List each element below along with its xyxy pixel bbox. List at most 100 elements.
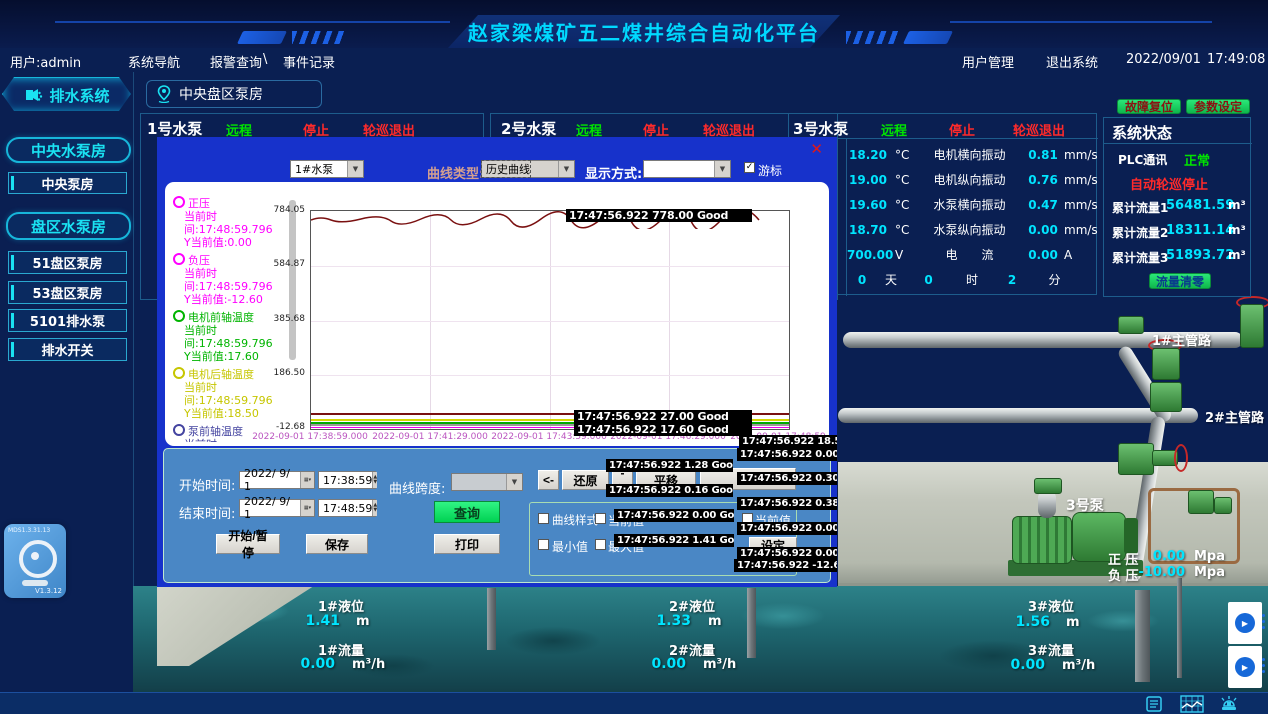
video-version-label: V1.3.12 bbox=[35, 587, 62, 595]
status-date: 2022/09/01 bbox=[1126, 52, 1201, 67]
status-title-divider bbox=[1104, 143, 1252, 144]
camera-menu-dots[interactable] bbox=[1262, 614, 1265, 629]
camera-menu-dots[interactable] bbox=[1262, 658, 1265, 673]
legend-series-name: 泵前轴温度 bbox=[188, 425, 243, 438]
pump3-cell: 天 bbox=[877, 271, 905, 288]
trend-plot[interactable] bbox=[310, 210, 790, 430]
pump3-cell: °C bbox=[887, 223, 917, 237]
curve-type-value: 历史曲线 bbox=[482, 161, 530, 177]
menu-event-log[interactable]: 事件记录 bbox=[283, 52, 335, 71]
pan-left-button[interactable]: <- bbox=[538, 470, 559, 490]
video-player-tile[interactable]: MDS1.3.31.13 V1.3.12 bbox=[4, 524, 66, 598]
valve-handwheel bbox=[1174, 444, 1188, 472]
valve-body bbox=[1118, 316, 1144, 334]
pump2-name: 2号水泵 bbox=[501, 118, 556, 139]
footer-bar bbox=[0, 692, 1268, 714]
total-flow1-unit: m³ bbox=[1228, 198, 1246, 212]
current-value-checkbox-hidden[interactable] bbox=[595, 513, 606, 524]
camera-tile-2[interactable]: ▶ bbox=[1228, 646, 1262, 688]
sidebar-item-5101-drain[interactable]: 5101排水泵 bbox=[8, 309, 127, 332]
valve-body bbox=[1214, 497, 1232, 514]
flow-clear-button[interactable]: 流量清零 bbox=[1149, 273, 1211, 289]
curve-type-select[interactable]: 历史曲线 ▼ bbox=[481, 160, 575, 178]
param-set-button[interactable]: 参数设定 bbox=[1186, 99, 1250, 114]
print-button[interactable]: 打印 bbox=[434, 534, 500, 554]
pump3-state[interactable]: 停止 bbox=[949, 120, 975, 139]
pump-select[interactable]: 1#水泵 ▼ bbox=[290, 160, 364, 178]
pump3-table: 18.20°C电机横向振动0.81mm/s19.00°C电机纵向振动0.76mm… bbox=[847, 142, 1097, 292]
legend-series-time: 当前时间:17:48:59.796 bbox=[173, 381, 291, 407]
status-panel-title: 系统状态 bbox=[1112, 122, 1172, 143]
fault-reset-button[interactable]: 故障复位 bbox=[1117, 99, 1181, 114]
end-time-input[interactable]: 17:48:59 ▲▼ bbox=[318, 499, 376, 517]
total-flow2-value: 18311.14 bbox=[1166, 223, 1222, 238]
end-date-input[interactable]: 2022/ 9/ 1 ▦▾ bbox=[239, 499, 315, 517]
start-date-input[interactable]: 2022/ 9/ 1 ▦▾ bbox=[239, 471, 315, 489]
sidebar-group-panel-area[interactable]: 盘区水泵房 bbox=[6, 212, 131, 240]
legend-item[interactable]: 正压 当前时间:17:48:59.796 Y当前值:0.00 bbox=[173, 196, 291, 249]
time-spinner[interactable]: ▲▼ bbox=[372, 472, 377, 488]
auto-poll-status: 自动轮巡停止 bbox=[1130, 174, 1208, 193]
legend-scrollbar[interactable] bbox=[289, 200, 296, 360]
legend-series-name: 正压 bbox=[188, 197, 210, 210]
sidebar-system-button[interactable]: 排水系统 bbox=[2, 77, 133, 113]
pump3-table-row: 18.20°C电机横向振动0.81mm/s bbox=[847, 142, 1097, 167]
alarm-lamp-icon[interactable] bbox=[1218, 694, 1240, 714]
pump3-cell: °C bbox=[887, 148, 917, 162]
pump3-cell: 电机纵向振动 bbox=[917, 171, 1022, 188]
legend-series-icon bbox=[173, 424, 185, 436]
legend-series-value: Y当前值:-12.60 bbox=[173, 293, 291, 306]
trend-grid-icon[interactable] bbox=[1180, 695, 1204, 713]
sidebar-group-central-label: 中央水泵房 bbox=[31, 140, 106, 161]
calendar-dropdown-icon[interactable]: ▦▾ bbox=[300, 500, 314, 516]
pump3-cell: V bbox=[887, 248, 917, 262]
pump3-poll[interactable]: 轮巡退出 bbox=[1013, 120, 1065, 139]
pump-discharge-pipe bbox=[1038, 490, 1056, 518]
pump3-mode[interactable]: 远程 bbox=[881, 120, 907, 139]
save-button[interactable]: 保存 bbox=[306, 534, 368, 554]
level3-unit: m bbox=[1066, 615, 1080, 630]
display-mode-select[interactable]: ▼ bbox=[643, 160, 731, 178]
y-axis-tick: -12.68 bbox=[265, 422, 305, 432]
start-pause-button[interactable]: 开始/暂停 bbox=[216, 534, 280, 554]
curve-span-select[interactable]: ▼ bbox=[451, 473, 523, 491]
max-value-checkbox-hidden[interactable] bbox=[595, 539, 606, 550]
restore-button[interactable]: 还原 bbox=[562, 470, 609, 490]
menu-user-mgmt[interactable]: 用户管理 bbox=[962, 52, 1014, 71]
sidebar-item-51-panel[interactable]: 51盘区泵房 bbox=[8, 251, 127, 274]
end-time-label: 结束时间: bbox=[179, 503, 235, 522]
cursor-checkbox[interactable]: ✓ bbox=[744, 162, 755, 173]
min-value-checkbox[interactable] bbox=[538, 539, 549, 550]
cursor-tooltip: 17:47:56.922 17.60 Good bbox=[574, 423, 752, 436]
query-button[interactable]: 查询 bbox=[434, 501, 500, 523]
location-box[interactable]: 中央盘区泵房 bbox=[146, 80, 322, 108]
neg-pressure-unit: Mpa bbox=[1194, 565, 1225, 580]
start-time-input[interactable]: 17:38:59 ▲▼ bbox=[318, 471, 376, 489]
menu-logout[interactable]: 退出系统 bbox=[1046, 52, 1098, 71]
total-flow2-unit: m³ bbox=[1228, 223, 1246, 237]
report-icon[interactable] bbox=[1146, 696, 1164, 712]
display-mode-label: 显示方式: bbox=[585, 163, 642, 182]
time-spinner[interactable]: ▲▼ bbox=[372, 500, 377, 516]
sidebar-item-53-panel[interactable]: 53盘区泵房 bbox=[8, 281, 127, 304]
menu-alarm-query[interactable]: 报警查询 bbox=[210, 52, 262, 71]
pump3-cell: 19.60 bbox=[847, 198, 887, 212]
flow2-unit: m³/h bbox=[703, 657, 736, 672]
camera-tile-1[interactable]: ▶ bbox=[1228, 602, 1262, 644]
sidebar-item-drain-switch[interactable]: 排水开关 bbox=[8, 338, 127, 361]
level1-value: 1.41 bbox=[295, 613, 340, 629]
cursor-tooltip: 17:47:56.922 0.00 Good bbox=[614, 509, 734, 522]
start-date-value: 2022/ 9/ 1 bbox=[244, 467, 300, 493]
calendar-dropdown-icon[interactable]: ▦▾ bbox=[300, 472, 314, 488]
pump3-cell: 时 bbox=[952, 271, 992, 288]
pump3-cell: °C bbox=[887, 173, 917, 187]
pump3-label: 3号泵 bbox=[1066, 495, 1104, 515]
menu-system-nav[interactable]: 系统导航 bbox=[128, 52, 180, 71]
curve-style-checkbox[interactable] bbox=[538, 513, 549, 524]
camera-play-icon: ▶ bbox=[1235, 613, 1255, 633]
dialog-close-icon[interactable]: ✕ bbox=[810, 140, 823, 158]
sidebar-group-central[interactable]: 中央水泵房 bbox=[6, 137, 131, 163]
sidebar-item-central-pump-room[interactable]: 中央泵房 bbox=[8, 172, 127, 194]
sidebar-item-label: 51盘区泵房 bbox=[32, 253, 102, 272]
valve-body bbox=[1118, 443, 1154, 475]
